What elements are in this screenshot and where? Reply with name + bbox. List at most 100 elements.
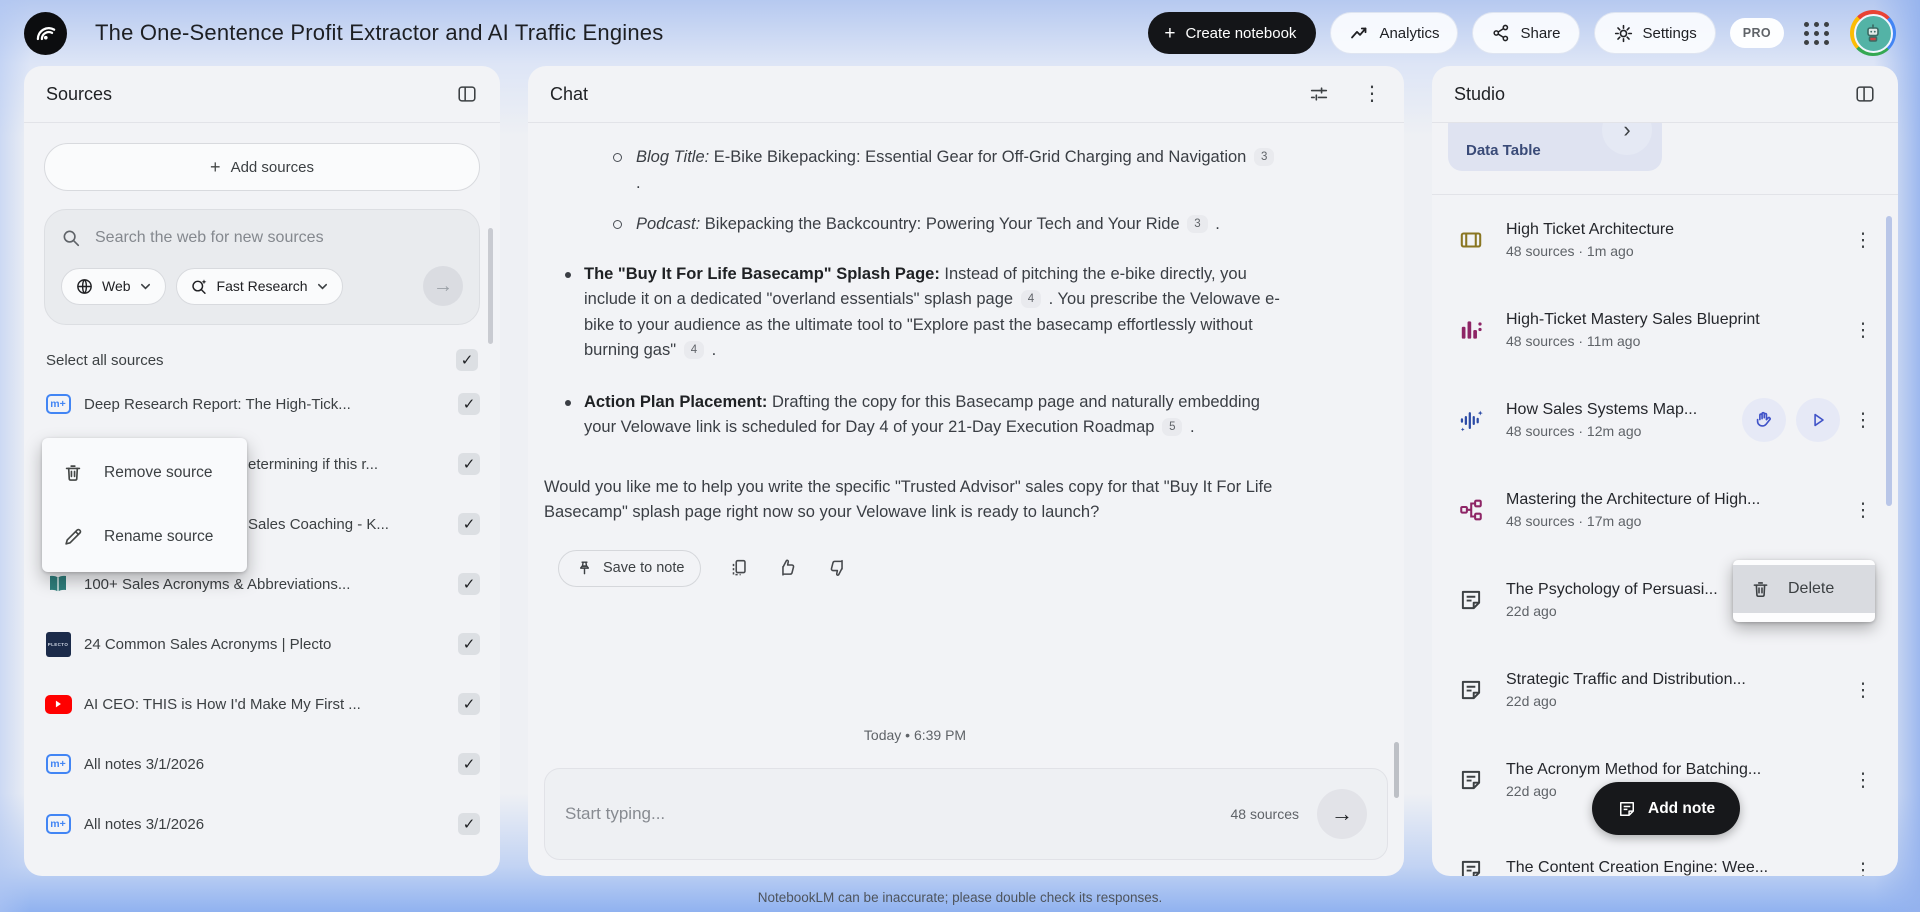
add-note-label: Add note [1648,799,1716,817]
book-favicon [44,572,72,596]
source-title[interactable]: 100+ Sales Acronyms & Abbreviations... [84,576,458,593]
settings-label: Settings [1642,24,1697,42]
chat-input[interactable]: Start typing... 48 sources → [544,768,1388,860]
studio-item-text[interactable]: High-Ticket Mastery Sales Blueprint 48 s… [1506,311,1850,349]
note-icon [1454,587,1488,613]
source-checkbox[interactable]: ✓ [458,573,480,595]
source-title[interactable]: 24 Common Sales Acronyms | Plecto [84,636,458,653]
citation-chip[interactable]: 4 [683,341,705,359]
check-icon: ✓ [462,395,476,413]
source-title[interactable]: AI CEO: THIS is How I'd Make My First ..… [84,696,458,713]
studio-item-title: The Psychology of Persuasi... [1506,581,1718,598]
source-checkbox[interactable]: ✓ [458,693,480,715]
studio-item: High Ticket Architecture 48 sources · 1m… [1432,195,1898,285]
sources-panel: Sources + Add sources Search the web for… [24,66,500,876]
delete-menu-item[interactable]: Delete [1733,565,1875,613]
add-note-button[interactable]: Add note [1592,782,1741,835]
chat-messages[interactable]: Blog Title: E-Bike Bikepacking: Essentia… [528,123,1404,762]
notebook-title[interactable]: The One-Sentence Profit Extractor and AI… [95,20,663,46]
source-title[interactable]: All notes 3/1/2026 [84,756,458,773]
note-icon [1454,767,1488,793]
youtube-icon [44,694,72,714]
create-notebook-button[interactable]: + Create notebook [1148,12,1317,54]
source-checkbox[interactable]: ✓ [458,513,480,535]
item-more-options-icon[interactable]: ⋮ [1850,501,1876,520]
user-avatar[interactable] [1850,10,1896,56]
send-message-button[interactable]: → [1317,789,1367,839]
message-actions: Save to note [558,549,1286,587]
check-icon: ✓ [460,351,474,369]
plecto-favicon: PLECTO [44,631,72,657]
plus-icon: + [1164,22,1176,44]
source-checkbox[interactable]: ✓ [458,393,480,415]
play-icon [1814,413,1824,427]
apps-grid-icon[interactable] [1804,21,1830,45]
item-more-options-icon[interactable]: ⋮ [1850,861,1876,877]
add-sources-label: Add sources [230,158,314,176]
search-submit-button[interactable]: → [423,266,463,306]
save-to-note-button[interactable]: Save to note [558,549,702,587]
collapse-panel-icon[interactable] [456,83,478,105]
analytics-chart-icon [1349,23,1370,44]
source-checkbox[interactable]: ✓ [458,753,480,775]
web-dropdown-label: Web [102,278,131,294]
citation-chip[interactable]: 5 [1162,418,1183,436]
save-to-note-label: Save to note [603,560,685,576]
settings-button[interactable]: Settings [1593,12,1716,54]
interactive-mode-button[interactable] [1742,398,1786,442]
copy-icon[interactable] [728,557,750,579]
studio-item-text[interactable]: Strategic Traffic and Distribution... 22… [1506,671,1850,709]
research-mode-dropdown[interactable]: Fast Research [175,267,343,305]
chat-panel: Chat ⋮ Blog Title: E-Bike Bikepacking: E… [528,66,1404,876]
chevron-right-icon: › [1623,123,1631,142]
chat-settings-icon[interactable] [1308,83,1330,105]
notebooklm-logo-icon[interactable] [24,11,67,55]
chat-more-options-icon[interactable]: ⋮ [1362,84,1382,104]
source-checkbox[interactable]: ✓ [458,633,480,655]
thumbs-down-icon[interactable] [826,557,848,579]
studio-item-meta: 48 sources · 12m ago [1506,423,1642,439]
rename-source-menu-item[interactable]: Rename source [42,505,247,569]
studio-item-text[interactable]: How Sales Systems Map... 48 sources · 12… [1506,401,1738,439]
item-more-options-icon[interactable]: ⋮ [1850,771,1876,790]
source-checkbox[interactable]: ✓ [458,813,480,835]
source-checkbox[interactable]: ✓ [458,453,480,475]
select-all-checkbox[interactable]: ✓ [456,349,478,371]
arrow-right-icon: → [433,275,453,297]
bullet-suffix: . [1210,215,1220,233]
citation-chip[interactable]: 3 [1253,148,1275,166]
item-more-options-icon[interactable]: ⋮ [1850,681,1876,700]
item-more-options-icon[interactable]: ⋮ [1850,321,1876,340]
research-dropdown-label: Fast Research [216,278,308,294]
chat-date-divider: Today • 6:39 PM [863,726,967,743]
source-title[interactable]: All notes 3/1/2026 [84,816,458,833]
play-audio-button[interactable] [1796,398,1840,442]
studio-item-text[interactable]: Mastering the Architecture of High... 48… [1506,491,1850,529]
check-icon: ✓ [462,455,476,473]
add-sources-button[interactable]: + Add sources [44,143,480,191]
remove-source-menu-item[interactable]: Remove source [42,441,247,505]
studio-item-meta: 48 sources · 11m ago [1506,333,1641,349]
web-source-dropdown[interactable]: Web [61,267,166,305]
chat-title: Chat [550,83,589,104]
source-row: PLECTO 24 Common Sales Acronyms | Plecto… [44,617,480,671]
source-title[interactable]: Sales Coaching - K... [248,516,458,533]
studio-item-text[interactable]: High Ticket Architecture 48 sources · 1m… [1506,221,1850,259]
studio-item-meta: 48 sources · 17m ago [1506,513,1642,529]
share-button[interactable]: Share [1472,12,1580,54]
item-more-options-icon[interactable]: ⋮ [1850,411,1876,430]
globe-icon [77,278,92,294]
plus-icon: + [210,157,221,177]
item-more-options-icon[interactable]: ⋮ [1850,231,1876,250]
source-title[interactable]: etermining if this r... [248,456,458,473]
citation-chip[interactable]: 4 [1020,290,1042,308]
audio-actions [1742,398,1840,442]
studio-item-text[interactable]: The Content Creation Engine: Wee... [1506,859,1850,876]
thumbs-up-icon[interactable] [777,557,799,579]
citation-chip[interactable]: 3 [1187,215,1208,233]
note-icon [1454,677,1488,703]
search-input[interactable]: Search the web for new sources [61,228,463,248]
analytics-button[interactable]: Analytics [1330,12,1459,54]
expand-panel-icon[interactable] [1854,83,1876,105]
source-title[interactable]: Deep Research Report: The High-Tick... [84,396,458,413]
